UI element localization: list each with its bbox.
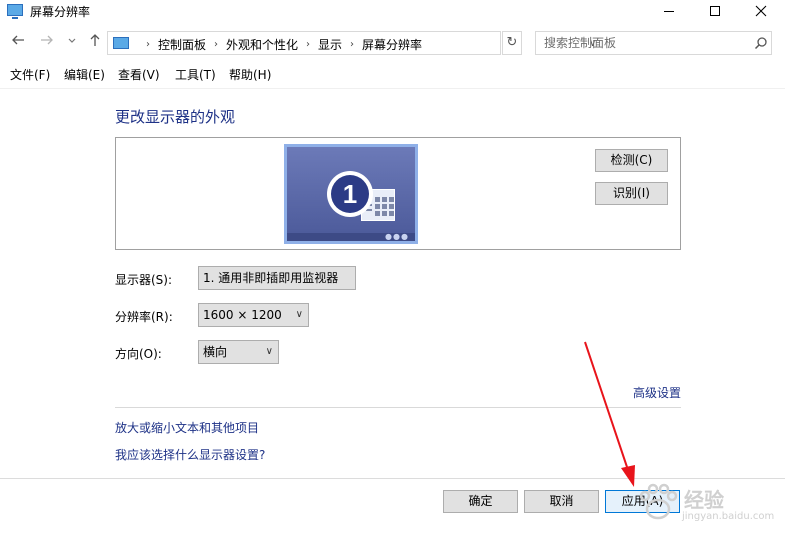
maximize-icon bbox=[710, 6, 720, 16]
back-button[interactable] bbox=[9, 33, 27, 51]
minimize-icon bbox=[664, 10, 674, 12]
orientation-select[interactable]: 横向 ∨ bbox=[198, 340, 279, 364]
display-icon bbox=[7, 4, 23, 19]
main-content: 更改显示器的外观 ●●● 1 检测(C) 识别(I) 显示器(S): 1. 通用… bbox=[0, 88, 785, 478]
monitor-taskbar: ●●● bbox=[287, 233, 415, 241]
display-select-value: 1. 通用非即插即用监视器 bbox=[203, 271, 339, 285]
resolution-label: 分辨率(R): bbox=[115, 310, 173, 324]
search-input[interactable] bbox=[536, 32, 746, 54]
menu-tools[interactable]: 工具(T) bbox=[165, 64, 219, 84]
text-size-link[interactable]: 放大或缩小文本和其他项目 bbox=[115, 419, 259, 436]
breadcrumb: › 控制面板 › 外观和个性化 › 显示 › 屏幕分辨率 bbox=[138, 36, 422, 53]
breadcrumb-display[interactable]: 显示 bbox=[318, 36, 342, 53]
back-arrow-icon bbox=[12, 35, 24, 45]
maximize-button[interactable] bbox=[692, 0, 738, 22]
refresh-button[interactable]: ↻ bbox=[502, 31, 522, 55]
up-arrow-icon bbox=[90, 34, 100, 46]
close-button[interactable] bbox=[738, 0, 784, 22]
orientation-label: 方向(O): bbox=[115, 347, 162, 361]
forward-button[interactable] bbox=[38, 33, 56, 51]
breadcrumb-separator: › bbox=[214, 39, 219, 50]
forward-arrow-icon bbox=[41, 35, 53, 45]
identify-button[interactable]: 识别(I) bbox=[595, 182, 668, 205]
detect-button[interactable]: 检测(C) bbox=[595, 149, 668, 172]
window-title: 屏幕分辨率 bbox=[30, 5, 91, 19]
up-button[interactable] bbox=[86, 33, 104, 51]
breadcrumb-separator: › bbox=[306, 39, 311, 50]
monitor-number-badge: 1 bbox=[327, 171, 373, 217]
search-icon[interactable] bbox=[754, 36, 768, 50]
page-title: 更改显示器的外观 bbox=[115, 108, 236, 126]
menu-edit[interactable]: 编辑(E) bbox=[54, 64, 108, 84]
chevron-down-icon bbox=[68, 38, 76, 43]
breadcrumb-separator: › bbox=[146, 39, 150, 50]
monitor-number: 1 bbox=[331, 175, 369, 213]
chevron-down-icon: ∨ bbox=[265, 346, 273, 357]
refresh-icon: ↻ bbox=[506, 35, 518, 50]
menu-bar: 文件(F) 编辑(E) 查看(V) 工具(T) 帮助(H) bbox=[0, 64, 785, 84]
menu-view[interactable]: 查看(V) bbox=[108, 64, 165, 84]
minimize-button[interactable] bbox=[646, 0, 692, 22]
divider bbox=[115, 407, 681, 408]
display-settings-help-link[interactable]: 我应该选择什么显示器设置? bbox=[115, 446, 265, 463]
menu-file[interactable]: 文件(F) bbox=[0, 64, 54, 84]
navigation-bar: › 控制面板 › 外观和个性化 › 显示 › 屏幕分辨率 ∨ ↻ bbox=[0, 28, 785, 58]
menu-help[interactable]: 帮助(H) bbox=[219, 64, 279, 84]
paw-logo-icon bbox=[639, 483, 678, 520]
breadcrumb-separator: › bbox=[350, 39, 355, 50]
ok-button[interactable]: 确定 bbox=[443, 490, 518, 513]
breadcrumb-resolution[interactable]: 屏幕分辨率 bbox=[362, 36, 422, 53]
watermark: 经验 jingyan.baidu.com bbox=[630, 478, 780, 528]
control-panel-icon bbox=[113, 37, 129, 49]
breadcrumb-control-panel[interactable]: 控制面板 bbox=[158, 36, 206, 53]
title-bar: 屏幕分辨率 bbox=[0, 0, 785, 22]
search-box[interactable] bbox=[535, 31, 772, 55]
display-preview-panel: ●●● 1 检测(C) 识别(I) bbox=[115, 137, 681, 250]
recent-locations-button[interactable] bbox=[63, 33, 81, 51]
cancel-button[interactable]: 取消 bbox=[524, 490, 599, 513]
dots-icon: ●●● bbox=[385, 232, 409, 241]
advanced-settings-link[interactable]: 高级设置 bbox=[633, 384, 681, 401]
resolution-select-value: 1600 × 1200 bbox=[203, 308, 282, 322]
orientation-select-value: 横向 bbox=[203, 345, 228, 359]
watermark-url: jingyan.baidu.com bbox=[682, 511, 775, 522]
display-label: 显示器(S): bbox=[115, 273, 173, 287]
monitor-thumbnail[interactable]: ●●● 1 bbox=[284, 144, 418, 244]
chevron-down-icon: ∨ bbox=[295, 309, 303, 320]
breadcrumb-appearance[interactable]: 外观和个性化 bbox=[226, 36, 298, 53]
resolution-select[interactable]: 1600 × 1200 ∨ bbox=[198, 303, 309, 327]
address-bar[interactable]: › 控制面板 › 外观和个性化 › 显示 › 屏幕分辨率 ∨ bbox=[107, 31, 596, 55]
display-select[interactable]: 1. 通用非即插即用监视器 bbox=[198, 266, 356, 290]
close-icon bbox=[755, 5, 767, 17]
watermark-text: 经验 bbox=[684, 488, 724, 512]
